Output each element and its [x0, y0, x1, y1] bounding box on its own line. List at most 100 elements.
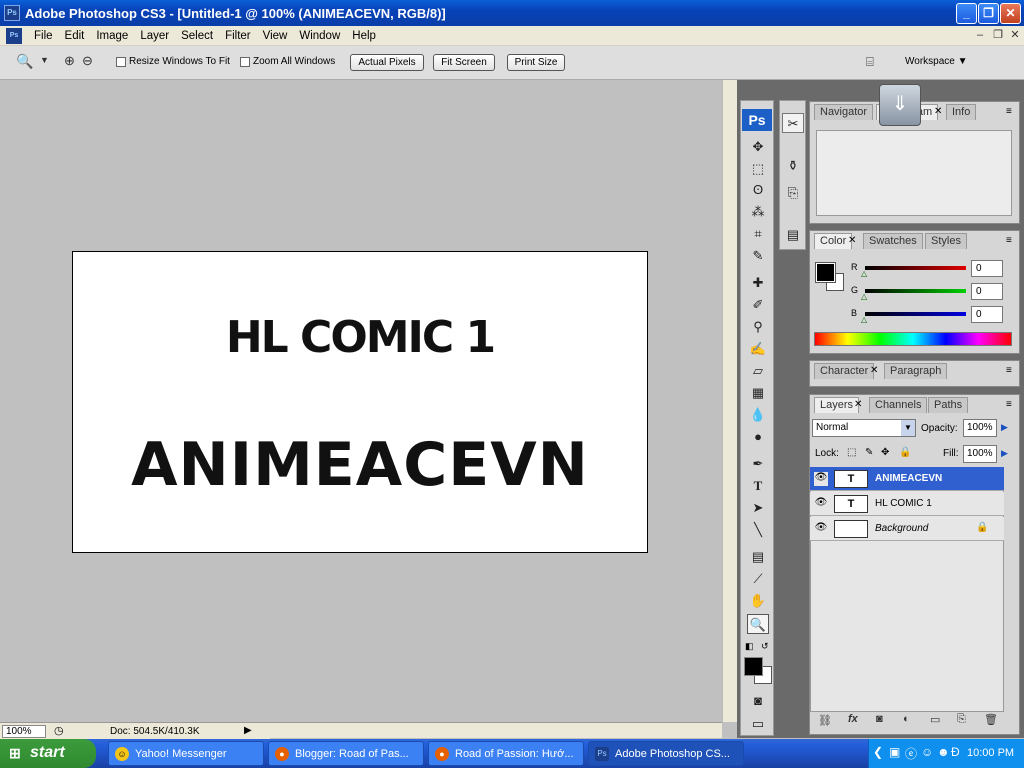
magic-wand-icon[interactable]: ⁂	[747, 202, 769, 222]
tool-preset-dropdown-icon[interactable]: ▼	[40, 55, 49, 65]
quick-mask-icon[interactable]: ◙	[747, 691, 769, 711]
layers-panel-menu-icon[interactable]: ≡	[1006, 399, 1012, 410]
opacity-arrow-icon[interactable]: ▶	[1001, 422, 1008, 433]
blend-dropdown-icon[interactable]: ▼	[901, 420, 915, 436]
notes-tool-icon[interactable]: ▤	[747, 547, 769, 567]
text-layer-hl-comic[interactable]: HL COMIC 1	[73, 312, 647, 363]
tab-styles[interactable]: Styles	[925, 233, 967, 249]
menu-view[interactable]: View	[257, 30, 294, 42]
task-yahoo-messenger[interactable]: ☺ Yahoo! Messenger	[108, 741, 264, 766]
start-button[interactable]: ⊞ start	[0, 739, 96, 768]
zoom-tool-icon[interactable]: 🔍	[16, 53, 33, 70]
task-firefox-road[interactable]: ● Road of Passion: Hướ...	[428, 741, 584, 766]
crop-tool-icon[interactable]: ⌗	[747, 224, 769, 244]
tab-channels[interactable]: Channels	[869, 397, 928, 413]
layer-style-icon[interactable]: fx	[848, 713, 858, 725]
tab-navigator[interactable]: Navigator	[814, 104, 874, 120]
layer-row[interactable]: 👁 Background 🔒	[810, 517, 1004, 541]
delete-layer-icon[interactable]: 🗑	[984, 713, 998, 726]
color-panel-menu-icon[interactable]: ≡	[1006, 235, 1012, 246]
task-firefox-blogger[interactable]: ● Blogger: Road of Pas...	[268, 741, 424, 766]
menu-filter[interactable]: Filter	[219, 30, 257, 42]
clone-stamp-icon[interactable]: ⚲	[747, 317, 769, 337]
doc-close-icon[interactable]: ✕	[1007, 29, 1023, 43]
tool-presets-icon[interactable]: ✂	[782, 113, 804, 133]
close-color-tab-icon[interactable]: ✕	[848, 235, 856, 246]
layer-comps-icon[interactable]: ▤	[782, 225, 804, 245]
opacity-field[interactable]: 100%	[963, 419, 997, 437]
vertical-scrollbar[interactable]	[722, 80, 737, 722]
fill-field[interactable]: 100%	[963, 445, 997, 463]
eyedropper-icon[interactable]: ⟋	[747, 569, 769, 589]
new-layer-icon[interactable]: ⎘	[957, 713, 966, 726]
healing-brush-icon[interactable]: ✚	[747, 273, 769, 293]
default-colors-icon[interactable]: ◧	[745, 641, 754, 652]
close-button[interactable]: ✕	[1000, 3, 1021, 24]
tab-info[interactable]: Info	[946, 104, 977, 120]
menu-edit[interactable]: Edit	[59, 30, 91, 42]
lasso-tool-icon[interactable]: ʘ	[747, 180, 769, 200]
path-selection-icon[interactable]: ➤	[747, 498, 769, 518]
slice-tool-icon[interactable]: ✎	[747, 246, 769, 266]
lock-all-icon[interactable]: 🔒	[899, 447, 911, 458]
tray-expand-icon[interactable]: ❮	[873, 745, 883, 759]
restore-button[interactable]: ❐	[978, 3, 999, 24]
tray-app-icon[interactable]: ▣	[889, 745, 900, 759]
fit-screen-button[interactable]: Fit Screen	[433, 54, 495, 71]
adjustment-layer-icon[interactable]: ◐	[903, 713, 910, 725]
tray-messenger-icon[interactable]: ☻	[937, 745, 950, 759]
minimize-button[interactable]: _	[956, 3, 977, 24]
menu-help[interactable]: Help	[346, 30, 382, 42]
menu-layer[interactable]: Layer	[134, 30, 175, 42]
doc-minimize-icon[interactable]: –	[972, 29, 988, 43]
color-ramp[interactable]	[814, 332, 1012, 346]
color-fg-swatch[interactable]	[815, 262, 836, 283]
actual-pixels-button[interactable]: Actual Pixels	[350, 54, 424, 71]
lock-transparent-icon[interactable]: ⬚	[847, 447, 856, 458]
zoom-tool-box-icon[interactable]: 🔍	[747, 614, 769, 634]
tab-paragraph[interactable]: Paragraph	[884, 363, 948, 379]
line-tool-icon[interactable]: ╲	[747, 520, 769, 540]
menu-image[interactable]: Image	[90, 30, 134, 42]
blur-tool-icon[interactable]: 💧	[747, 405, 769, 425]
eraser-tool-icon[interactable]: ▱	[747, 361, 769, 381]
close-layers-tab-icon[interactable]: ✕	[854, 399, 862, 410]
tray-ie-icon[interactable]: ⓔ	[905, 745, 917, 762]
visibility-eye-icon[interactable]: 👁	[814, 497, 828, 511]
menu-select[interactable]: Select	[175, 30, 219, 42]
layer-row[interactable]: 👁 T ANIMEACEVN	[810, 467, 1004, 491]
doc-restore-icon[interactable]: ❐	[990, 29, 1006, 43]
lock-position-icon[interactable]: ✥	[881, 447, 889, 458]
screen-mode-icon[interactable]: ▭	[747, 714, 769, 734]
g-value-field[interactable]: 0	[971, 283, 1003, 300]
tray-unikey-icon[interactable]: Đ	[951, 745, 960, 759]
bridge-icon[interactable]: ⌸	[866, 54, 874, 70]
text-layer-animeacevn[interactable]: ANIMEACEVN	[73, 430, 647, 500]
task-photoshop[interactable]: Ps Adobe Photoshop CS...	[588, 741, 744, 766]
marquee-tool-icon[interactable]: ⬚	[747, 159, 769, 179]
drag-panel-icon[interactable]: ⇓	[879, 84, 921, 126]
title-bar[interactable]: Ps Adobe Photoshop CS3 - [Untitled-1 @ 1…	[0, 0, 1024, 26]
b-slider-handle-icon[interactable]: △	[861, 315, 867, 324]
clock[interactable]: 10:00 PM	[967, 747, 1014, 759]
workspace-menu[interactable]: Workspace ▼	[905, 56, 968, 67]
menu-window[interactable]: Window	[293, 30, 346, 42]
gradient-tool-icon[interactable]: ▦	[747, 383, 769, 403]
menu-file[interactable]: File	[28, 30, 59, 42]
g-slider-handle-icon[interactable]: △	[861, 292, 867, 301]
blend-mode-select[interactable]: Normal ▼	[812, 419, 916, 437]
close-tab-icon[interactable]: ✕	[934, 106, 942, 117]
clone-source-icon[interactable]: ⎘	[782, 183, 804, 203]
r-value-field[interactable]: 0	[971, 260, 1003, 277]
new-group-icon[interactable]: ▭	[930, 713, 940, 726]
tab-color[interactable]: Color	[814, 233, 853, 249]
zoom-all-checkbox[interactable]	[240, 57, 250, 67]
visibility-eye-icon[interactable]: 👁	[814, 522, 828, 536]
swap-colors-icon[interactable]: ↺	[761, 641, 769, 652]
brushes-icon[interactable]: ⚱	[782, 156, 804, 176]
move-tool-icon[interactable]: ✥	[747, 137, 769, 157]
resize-windows-checkbox[interactable]	[116, 57, 126, 67]
lock-image-icon[interactable]: ✎	[865, 447, 873, 458]
zoom-out-icon[interactable]: ⊖	[82, 53, 93, 69]
history-brush-icon[interactable]: ✍	[747, 339, 769, 359]
